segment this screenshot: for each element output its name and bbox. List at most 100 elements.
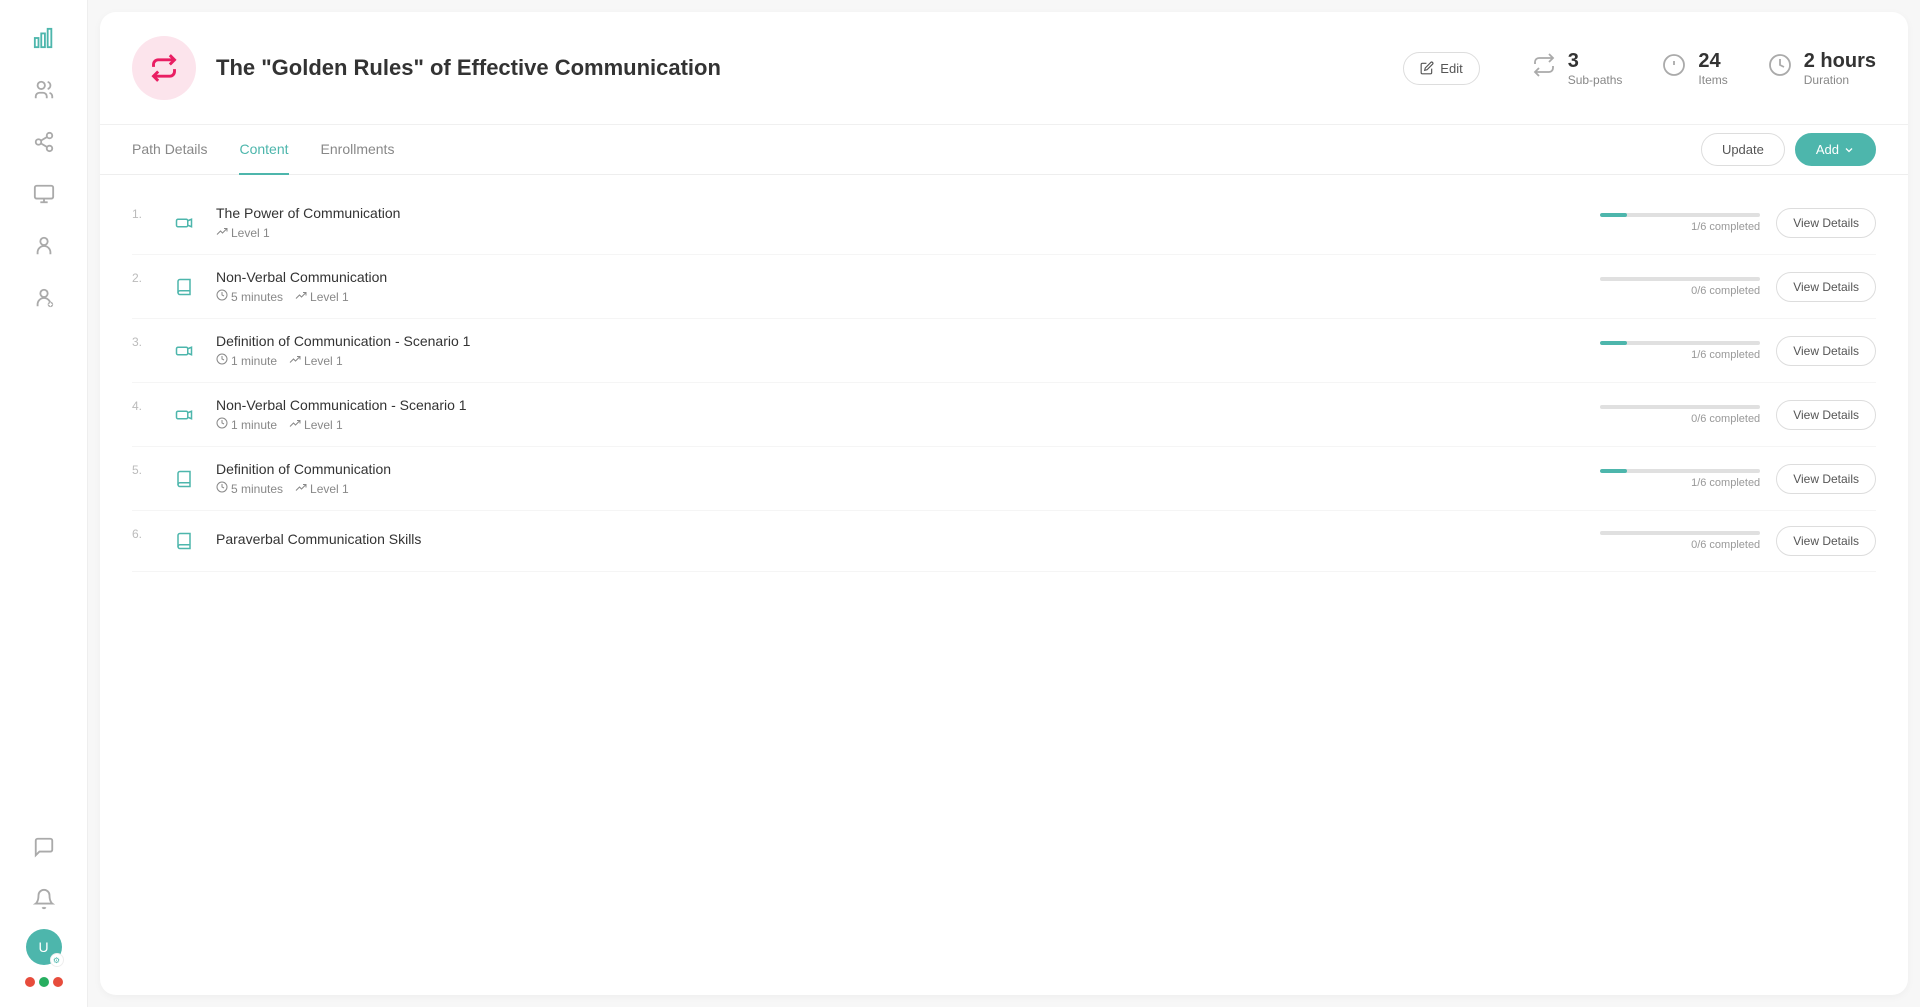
color-dots — [21, 973, 67, 991]
list-item: 5. Definition of Communication 5 minutes… — [132, 447, 1876, 511]
item-info: Definition of Communication 5 minutes Le… — [216, 461, 1584, 496]
progress-label: 1/6 completed — [1600, 221, 1760, 233]
item-type-icon — [168, 399, 200, 431]
progress-bar-bg — [1600, 213, 1760, 217]
item-title: Paraverbal Communication Skills — [216, 531, 1584, 547]
progress-label: 1/6 completed — [1600, 349, 1760, 361]
meta-icon — [216, 289, 228, 304]
avatar-badge: ⚙ — [50, 953, 64, 967]
sidebar-bottom: U ⚙ — [21, 825, 67, 991]
list-item: 2. Non-Verbal Communication 5 minutes Le… — [132, 255, 1876, 319]
item-meta: 1 minute Level 1 — [216, 353, 1584, 368]
meta-text: Level 1 — [310, 482, 349, 496]
item-meta: 1 minute Level 1 — [216, 417, 1584, 432]
meta-item: Level 1 — [295, 289, 349, 304]
update-button[interactable]: Update — [1701, 133, 1785, 166]
view-details-button[interactable]: View Details — [1776, 208, 1876, 238]
meta-item: Level 1 — [289, 353, 343, 368]
duration-label: Duration — [1804, 73, 1876, 87]
item-meta: 5 minutes Level 1 — [216, 481, 1584, 496]
progress-label: 0/6 completed — [1600, 539, 1760, 551]
item-progress: 0/6 completed — [1600, 531, 1760, 551]
items-icon — [1662, 53, 1686, 83]
view-details-button[interactable]: View Details — [1776, 464, 1876, 494]
progress-label: 0/6 completed — [1600, 413, 1760, 425]
meta-item: 1 minute — [216, 417, 277, 432]
item-title: The Power of Communication — [216, 205, 1584, 221]
list-item: 4. Non-Verbal Communication - Scenario 1… — [132, 383, 1876, 447]
meta-icon — [289, 417, 301, 432]
view-details-button[interactable]: View Details — [1776, 400, 1876, 430]
meta-text: Level 1 — [304, 418, 343, 432]
courses-icon[interactable] — [22, 172, 66, 216]
item-progress: 1/6 completed — [1600, 469, 1760, 489]
content-card: The "Golden Rules" of Effective Communic… — [100, 12, 1908, 995]
add-button[interactable]: Add — [1795, 133, 1876, 166]
subpaths-label: Sub-paths — [1568, 73, 1623, 87]
meta-icon — [295, 481, 307, 496]
item-meta: 5 minutes Level 1 — [216, 289, 1584, 304]
item-progress: 0/6 completed — [1600, 405, 1760, 425]
item-number: 3. — [132, 333, 152, 349]
item-meta: Level 1 — [216, 225, 1584, 240]
sidebar: U ⚙ — [0, 0, 88, 1007]
item-type-icon — [168, 463, 200, 495]
meta-text: 5 minutes — [231, 290, 283, 304]
meta-item: 1 minute — [216, 353, 277, 368]
duration-number: 2 hours — [1804, 50, 1876, 73]
item-progress: 0/6 completed — [1600, 277, 1760, 297]
progress-bar-bg — [1600, 277, 1760, 281]
view-details-button[interactable]: View Details — [1776, 336, 1876, 366]
item-title: Definition of Communication — [216, 461, 1584, 477]
meta-icon — [216, 417, 228, 432]
progress-label: 0/6 completed — [1600, 285, 1760, 297]
chat-icon[interactable] — [22, 825, 66, 869]
item-progress: 1/6 completed — [1600, 341, 1760, 361]
meta-text: 1 minute — [231, 354, 277, 368]
meta-item: Level 1 — [295, 481, 349, 496]
meta-icon — [216, 481, 228, 496]
item-type-icon — [168, 335, 200, 367]
edit-button[interactable]: Edit — [1403, 52, 1479, 85]
item-title: Definition of Communication - Scenario 1 — [216, 333, 1584, 349]
list-item: 1. The Power of Communication Level 1 1/… — [132, 191, 1876, 255]
tab-content[interactable]: Content — [239, 125, 288, 175]
view-details-button[interactable]: View Details — [1776, 526, 1876, 556]
analytics-icon[interactable] — [22, 16, 66, 60]
item-info: Definition of Communication - Scenario 1… — [216, 333, 1584, 368]
progress-label: 1/6 completed — [1600, 477, 1760, 489]
meta-text: Level 1 — [231, 226, 270, 240]
meta-text: Level 1 — [304, 354, 343, 368]
progress-bar-fill — [1600, 213, 1627, 217]
tab-enrollments[interactable]: Enrollments — [321, 125, 395, 175]
dot-red — [25, 977, 35, 987]
meta-text: Level 1 — [310, 290, 349, 304]
tab-path-details[interactable]: Path Details — [132, 125, 207, 175]
item-progress: 1/6 completed — [1600, 213, 1760, 233]
progress-bar-bg — [1600, 341, 1760, 345]
notifications-icon[interactable] — [22, 877, 66, 921]
tabs-bar: Path Details Content Enrollments Update … — [100, 125, 1908, 175]
item-type-icon — [168, 207, 200, 239]
item-title: Non-Verbal Communication — [216, 269, 1584, 285]
item-number: 5. — [132, 461, 152, 477]
users-icon[interactable] — [22, 68, 66, 112]
item-info: Non-Verbal Communication 5 minutes Level… — [216, 269, 1584, 304]
stat-subpaths: 3 Sub-paths — [1532, 50, 1623, 87]
progress-bar-fill — [1600, 341, 1627, 345]
item-type-icon — [168, 525, 200, 557]
learners-icon[interactable] — [22, 224, 66, 268]
progress-bar-fill — [1600, 469, 1627, 473]
meta-item: Level 1 — [216, 225, 270, 240]
dot-green — [39, 977, 49, 987]
item-number: 1. — [132, 205, 152, 221]
meta-item: Level 1 — [289, 417, 343, 432]
manage-users-icon[interactable] — [22, 276, 66, 320]
item-info: The Power of Communication Level 1 — [216, 205, 1584, 240]
subpaths-icon — [1532, 53, 1556, 83]
user-avatar[interactable]: U ⚙ — [26, 929, 62, 965]
items-label: Items — [1698, 73, 1727, 87]
view-details-button[interactable]: View Details — [1776, 272, 1876, 302]
path-avatar — [132, 36, 196, 100]
paths-icon[interactable] — [22, 120, 66, 164]
